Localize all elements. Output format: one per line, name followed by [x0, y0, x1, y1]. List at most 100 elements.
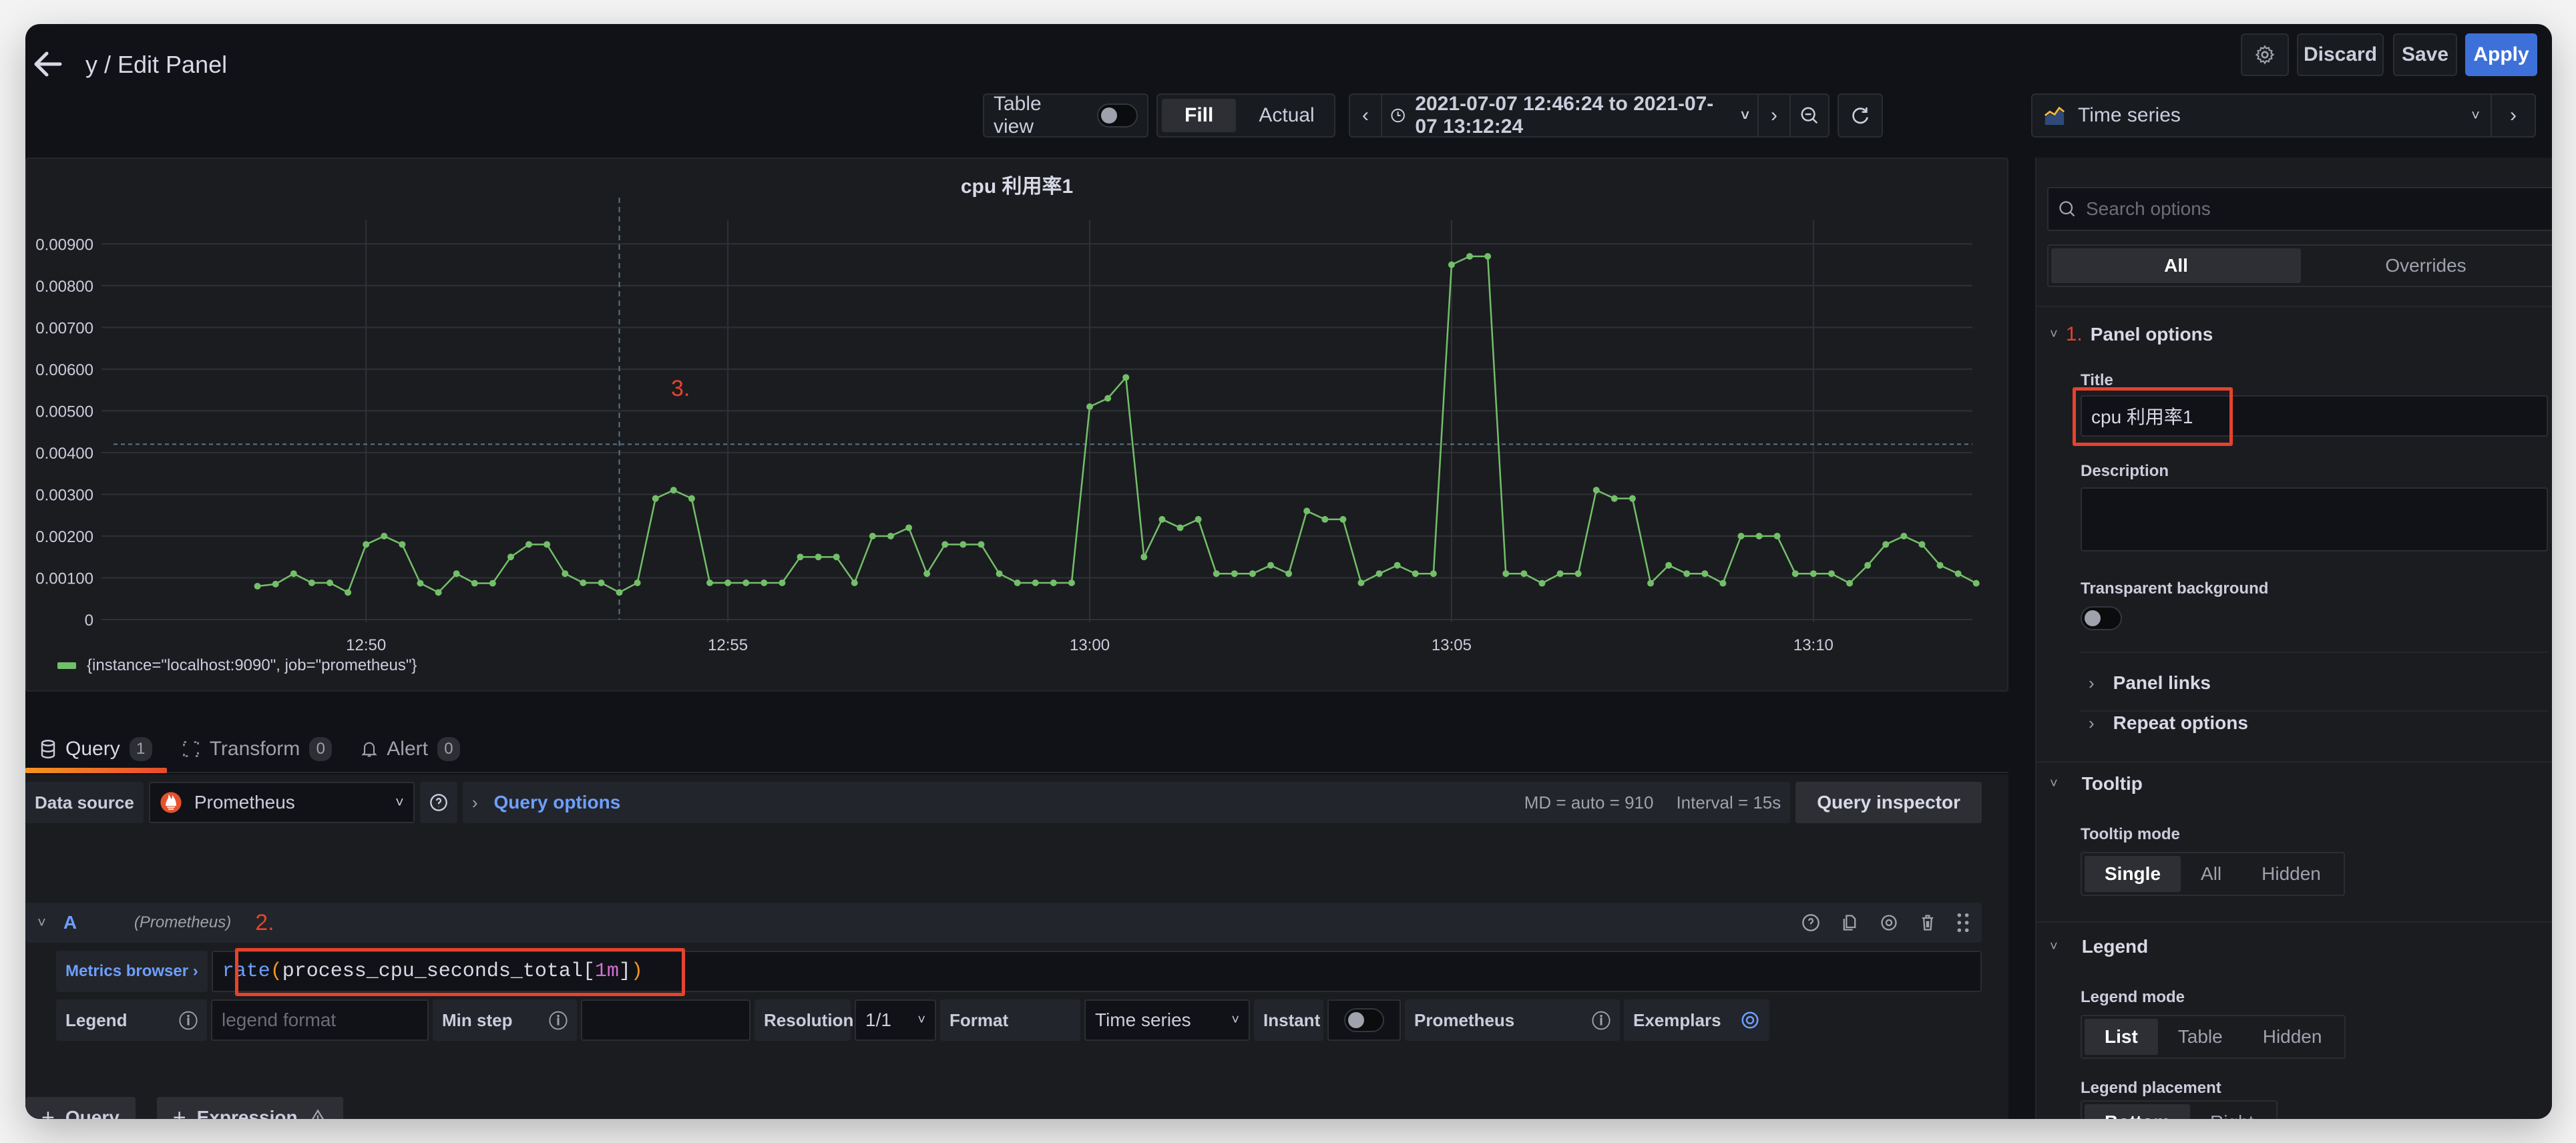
format-select[interactable]: Time series ˅	[1084, 999, 1250, 1041]
y-tick-label: 0.00300	[35, 486, 93, 504]
resolution-select[interactable]: 1/1 ˅	[855, 999, 936, 1041]
metrics-browser-button[interactable]: Metrics browser ›	[56, 951, 208, 992]
data-point	[1285, 570, 1293, 578]
data-point	[399, 541, 406, 548]
format-value: Time series	[1095, 1009, 1191, 1030]
query-inspector-button[interactable]: Query inspector	[1795, 782, 1982, 823]
exemplars-label: Exemplars	[1633, 1009, 1721, 1030]
visualization-select[interactable]: Time series ˅	[2032, 95, 2491, 136]
time-forward-button[interactable]: ›	[1757, 95, 1789, 136]
options-tabs: All Overrides	[2047, 244, 2552, 287]
tab-overrides[interactable]: Overrides	[2301, 248, 2551, 283]
instant-toggle[interactable]	[1327, 999, 1401, 1041]
data-point	[923, 570, 931, 578]
collapse-options-button[interactable]: ›	[2491, 95, 2535, 136]
data-point	[1954, 570, 1962, 578]
refresh-button[interactable]	[1838, 93, 1883, 138]
tooltip-mode-single[interactable]: Single	[2085, 856, 2181, 892]
table-view-toggle[interactable]: Table view	[983, 93, 1148, 138]
legend-mode-hidden[interactable]: Hidden	[2243, 1019, 2342, 1055]
min-step-field-label: Min step ⓘ	[433, 999, 577, 1041]
legend-label-text: Legend	[65, 1009, 128, 1030]
divider	[2036, 921, 2552, 923]
time-back-button[interactable]: ‹	[1350, 95, 1382, 136]
search-options-input[interactable]: Search options	[2047, 187, 2552, 231]
legend-placement-bottom[interactable]: Bottom	[2085, 1104, 2190, 1119]
exemplars-eye-icon[interactable]	[1740, 1010, 1760, 1030]
min-step-label-text: Min step	[442, 1009, 513, 1030]
question-circle-icon[interactable]	[1801, 913, 1820, 932]
legend-mode-table[interactable]: Table	[2158, 1019, 2243, 1055]
legend-mode-list[interactable]: List	[2085, 1019, 2158, 1055]
time-range-button[interactable]: 2021-07-07 12:46:24 to 2021-07-07 13:12:…	[1382, 93, 1757, 138]
repeat-options-section[interactable]: › Repeat options	[2089, 700, 2248, 746]
tab-all-options[interactable]: All	[2051, 248, 2301, 283]
legend-format-input[interactable]: legend format	[211, 999, 429, 1041]
chevron-right-icon: ›	[2510, 104, 2517, 126]
data-point	[598, 579, 605, 586]
description-textarea[interactable]	[2081, 487, 2548, 551]
tooltip-mode-all[interactable]: All	[2181, 856, 2241, 892]
expr-paren-close: )	[630, 960, 643, 983]
apply-button[interactable]: Apply	[2465, 33, 2537, 76]
data-point	[562, 570, 569, 578]
trash-icon[interactable]	[1919, 913, 1936, 932]
panel-title-input[interactable]: cpu 利用率1	[2081, 395, 2548, 437]
transform-icon	[183, 741, 199, 757]
tab-alert[interactable]: Alert 0	[347, 726, 475, 772]
tooltip-section-header[interactable]: ˅ Tooltip	[2050, 773, 2143, 794]
clock-icon	[1391, 108, 1405, 123]
drag-handle-icon[interactable]	[1956, 913, 1970, 933]
info-icon[interactable]: ⓘ	[179, 1007, 198, 1034]
tab-alert-label: Alert	[387, 738, 428, 760]
data-point	[1412, 570, 1419, 578]
chevron-right-icon: ›	[2089, 712, 2095, 733]
tab-transform[interactable]: Transform 0	[167, 726, 347, 772]
tooltip-mode-group: Single All Hidden	[2081, 852, 2345, 896]
legend-placement-right[interactable]: Right	[2190, 1104, 2274, 1119]
duplicate-icon[interactable]	[1840, 913, 1859, 932]
actual-option[interactable]: Actual	[1236, 99, 1337, 132]
chevron-down-icon: ˅	[2050, 939, 2058, 954]
time-range-picker: ‹ 2021-07-07 12:46:24 to 2021-07-07 13:1…	[1349, 93, 1830, 138]
fill-option[interactable]: Fill	[1162, 99, 1237, 132]
add-expression-button[interactable]: + Expression	[156, 1097, 343, 1119]
chart-legend: {instance="localhost:9090", job="prometh…	[57, 656, 417, 675]
chevron-down-icon: ˅	[1231, 1012, 1239, 1027]
time-series-viz-icon	[2044, 106, 2065, 126]
chevron-right-icon: ›	[2089, 672, 2095, 693]
zoom-out-button[interactable]	[1789, 95, 1828, 136]
data-source-help-button[interactable]	[419, 782, 457, 823]
transparent-bg-switch[interactable]	[2081, 606, 2122, 630]
data-point	[1375, 570, 1383, 578]
min-step-input[interactable]	[581, 999, 750, 1041]
data-point	[742, 579, 750, 586]
data-point	[815, 553, 822, 561]
discard-button[interactable]: Discard	[2297, 33, 2384, 76]
add-query-button[interactable]: + Query	[25, 1097, 136, 1119]
info-icon[interactable]: ⓘ	[549, 1007, 568, 1034]
collapse-query-icon[interactable]: ˅	[37, 914, 46, 931]
tab-query[interactable]: Query 1	[25, 726, 167, 773]
data-point	[580, 579, 587, 586]
eye-icon[interactable]	[1879, 913, 1899, 932]
legend-section-header[interactable]: ˅ Legend	[2050, 936, 2148, 957]
tooltip-mode-hidden[interactable]: Hidden	[2241, 856, 2341, 892]
query-row-letter[interactable]: A	[63, 912, 117, 933]
legend-series-label[interactable]: {instance="localhost:9090", job="prometh…	[87, 656, 417, 675]
arrow-left-icon[interactable]	[33, 51, 71, 83]
table-view-switch[interactable]	[1096, 103, 1138, 128]
time-series-chart[interactable]: 0 0.00100 0.00200 0.00300 0.00400 0.00500 0.00…	[27, 159, 2010, 693]
promql-query-input[interactable]: rate(process_cpu_seconds_total[1m])	[211, 951, 1982, 992]
data-point	[345, 589, 352, 596]
info-icon[interactable]: ⓘ	[1592, 1007, 1611, 1034]
save-button[interactable]: Save	[2393, 33, 2457, 76]
max-datapoints-info: MD = auto = 910	[1524, 792, 1654, 813]
data-point	[544, 541, 551, 548]
instant-switch[interactable]	[1344, 1008, 1384, 1032]
panel-options-header[interactable]: ˅ 1. Panel options	[2050, 323, 2213, 346]
query-options-link[interactable]: Query options	[494, 792, 621, 813]
settings-button[interactable]	[2241, 33, 2289, 76]
data-source-select[interactable]: Prometheus ˅	[148, 782, 415, 823]
x-tick-label: 13:00	[1070, 636, 1110, 654]
